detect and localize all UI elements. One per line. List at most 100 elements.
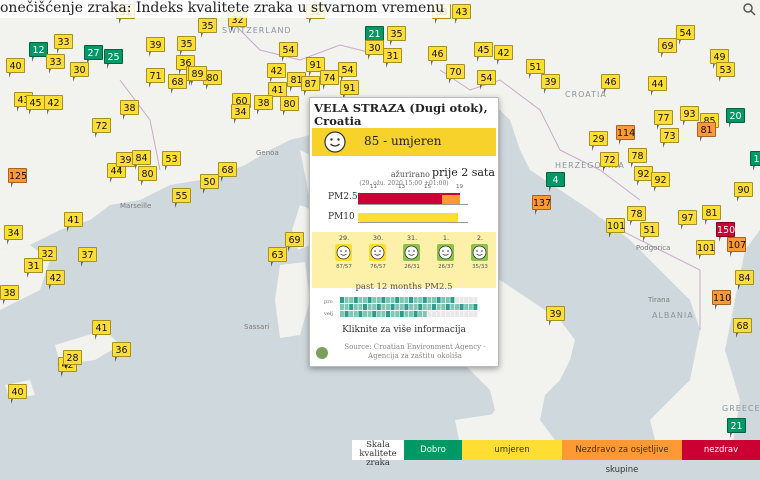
aqi-marker[interactable]: 92 <box>651 172 670 192</box>
aqi-marker[interactable]: 38 <box>254 95 273 115</box>
past-day-cell <box>418 304 423 310</box>
aqi-marker[interactable]: 78 <box>627 206 646 226</box>
aqi-marker[interactable]: 54 <box>338 62 357 82</box>
aqi-marker[interactable]: 63 <box>268 247 287 267</box>
aqi-marker[interactable]: 45 <box>26 95 45 115</box>
aqi-marker[interactable]: 50 <box>200 174 219 194</box>
past-day-cell <box>381 311 386 317</box>
station-popup[interactable]: VELA STRAZA (Dugi otok), Croatia 85 - um… <box>309 97 499 367</box>
aqi-marker[interactable]: 45 <box>474 42 493 62</box>
aqi-marker[interactable]: 80 <box>280 96 299 116</box>
past-day-cell <box>432 304 436 310</box>
aqi-marker[interactable]: 101 <box>606 218 625 238</box>
aqi-marker[interactable]: 89 <box>188 66 207 86</box>
aqi-marker[interactable]: 38 <box>120 100 139 120</box>
aqi-marker[interactable]: 41 <box>92 320 111 340</box>
aqi-marker[interactable]: 25 <box>104 49 123 69</box>
aqi-marker[interactable]: 137 <box>532 195 551 215</box>
aqi-marker[interactable]: 54 <box>477 70 496 90</box>
aqi-marker[interactable]: 53 <box>716 62 735 82</box>
aqi-marker[interactable]: 53 <box>162 151 181 171</box>
aqi-marker[interactable]: 46 <box>601 74 620 94</box>
aqi-marker[interactable]: 27 <box>84 45 103 65</box>
aqi-marker[interactable]: 39 <box>541 74 560 94</box>
aqi-marker[interactable]: 97 <box>678 210 697 230</box>
aqi-marker[interactable]: 72 <box>600 152 619 172</box>
aqi-marker[interactable]: 78 <box>628 148 647 168</box>
aqi-marker[interactable]: 101 <box>696 240 715 260</box>
past-day-cell <box>473 311 478 317</box>
aqi-marker[interactable]: 36 <box>112 342 131 362</box>
aqi-marker[interactable]: 114 <box>616 125 635 145</box>
aqi-marker[interactable]: 40 <box>8 384 27 404</box>
aqi-marker[interactable]: 77 <box>654 110 673 130</box>
past-12-months-label: past 12 months PM2.5 <box>355 282 453 292</box>
aqi-marker[interactable]: 51 <box>526 59 545 79</box>
aqi-marker[interactable]: 34 <box>4 225 23 245</box>
aqi-marker[interactable]: 33 <box>54 34 73 54</box>
aqi-marker[interactable]: 68 <box>733 318 752 338</box>
aqi-marker[interactable]: 31 <box>24 258 43 278</box>
aqi-marker[interactable]: 69 <box>285 232 304 252</box>
aqi-marker[interactable]: 30 <box>365 40 384 60</box>
aqi-marker[interactable]: 87 <box>301 76 320 96</box>
aqi-marker[interactable]: 42 <box>494 45 513 65</box>
more-info-link[interactable]: Kliknite za više informacija <box>310 325 498 335</box>
aqi-marker[interactable]: 71 <box>146 68 165 88</box>
aqi-marker[interactable]: 43 <box>452 4 471 24</box>
past-day-cell <box>404 311 409 317</box>
aqi-marker[interactable]: 74 <box>320 70 339 90</box>
aqi-marker[interactable]: 31 <box>383 48 402 68</box>
aqi-marker[interactable]: 41 <box>64 212 83 232</box>
aqi-marker[interactable]: 46 <box>428 46 447 66</box>
aqi-marker[interactable]: 35 <box>387 26 406 46</box>
aqi-marker[interactable]: 70 <box>446 64 465 84</box>
aqi-marker[interactable]: 90 <box>734 182 753 202</box>
aqi-marker[interactable]: 42 <box>44 95 63 115</box>
pm25-chart <box>358 193 468 205</box>
aqi-marker[interactable]: 42 <box>267 63 286 83</box>
aqi-marker[interactable]: 39 <box>146 37 165 57</box>
aqi-marker[interactable]: 81 <box>697 122 716 142</box>
aqi-marker[interactable]: 54 <box>676 25 695 45</box>
aqi-marker[interactable]: 35 <box>198 18 217 38</box>
past-day-cell <box>445 311 450 317</box>
aqi-marker[interactable]: 38 <box>0 285 19 305</box>
aqi-marker[interactable]: 44 <box>648 76 667 96</box>
aqi-marker[interactable]: 72 <box>92 118 111 138</box>
aqi-marker[interactable]: 125 <box>8 168 27 188</box>
aqi-marker[interactable]: 33 <box>46 54 65 74</box>
aqi-marker[interactable]: 40 <box>6 58 25 78</box>
aqi-marker[interactable]: 20 <box>726 108 745 128</box>
aqi-marker[interactable]: 81 <box>702 205 721 225</box>
aqi-marker[interactable]: 93 <box>680 106 699 126</box>
aqi-marker[interactable]: 34 <box>231 104 250 124</box>
aqi-marker[interactable]: 73 <box>660 128 679 148</box>
aqi-marker[interactable]: 39 <box>546 306 565 326</box>
aqi-marker[interactable]: 110 <box>712 290 731 310</box>
aqi-marker[interactable]: 28 <box>63 350 82 370</box>
aqi-marker[interactable]: 21 <box>365 26 384 46</box>
aqi-marker[interactable]: 35 <box>177 36 196 56</box>
aqi-marker[interactable]: 17 <box>750 151 760 171</box>
aqi-marker[interactable]: 37 <box>78 247 97 267</box>
aqi-marker[interactable]: 150 <box>716 222 735 242</box>
aqi-marker[interactable]: 21 <box>727 418 746 438</box>
aqi-marker[interactable]: 69 <box>658 38 677 58</box>
aqi-marker[interactable]: 51 <box>640 222 659 242</box>
aqi-marker[interactable]: 68 <box>168 74 187 94</box>
aqi-marker[interactable]: 42 <box>46 270 65 290</box>
search-icon[interactable] <box>742 2 756 16</box>
aqi-marker[interactable]: 107 <box>727 237 746 257</box>
aqi-marker[interactable]: 55 <box>172 188 191 208</box>
aqi-marker[interactable]: 84 <box>132 150 151 170</box>
aqi-marker[interactable]: 4 <box>546 172 565 192</box>
aqi-marker[interactable]: 29 <box>589 131 608 151</box>
past-day-cell <box>349 304 354 310</box>
aqi-marker[interactable]: 84 <box>735 270 754 290</box>
aqi-marker[interactable]: 68 <box>218 162 237 182</box>
aqi-marker[interactable]: 30 <box>70 62 89 82</box>
aqi-marker[interactable]: 54 <box>279 42 298 62</box>
aqi-marker[interactable]: 91 <box>340 80 359 100</box>
aqi-marker[interactable]: 80 <box>138 166 157 186</box>
